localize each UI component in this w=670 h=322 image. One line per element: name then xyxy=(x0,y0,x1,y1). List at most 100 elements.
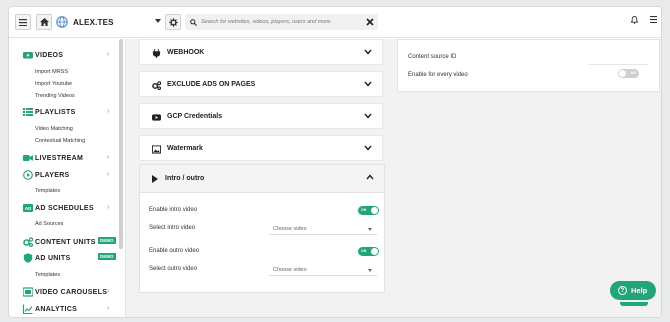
sidebar-item-label: PLAYERS xyxy=(35,171,70,179)
cogs-icon xyxy=(23,237,33,247)
globe-icon xyxy=(56,16,68,28)
sidebar-item-videos[interactable]: VIDEOS › xyxy=(9,49,119,61)
bell-icon[interactable] xyxy=(631,16,638,24)
video-icon xyxy=(23,52,33,59)
accordion-title: Intro / outro xyxy=(165,175,205,182)
image-icon xyxy=(152,145,161,154)
help-button[interactable]: ? Help xyxy=(610,281,656,300)
sidebar-subitem-video-matching[interactable]: Video Matching xyxy=(35,126,73,132)
enable-intro-toggle[interactable]: ON xyxy=(358,206,379,215)
toggle-knob xyxy=(619,70,626,77)
toggle-knob xyxy=(371,248,378,255)
sidebar-subitem-import-mrss[interactable]: Import MRSS xyxy=(35,69,68,75)
settings-button[interactable] xyxy=(165,14,181,30)
list-icon xyxy=(23,108,33,116)
content-source-input[interactable] xyxy=(588,64,648,65)
sidebar-item-label: AD UNITS xyxy=(35,254,71,262)
toggle-text: ON xyxy=(361,249,367,253)
toggle-text: NO xyxy=(630,71,636,75)
chevron-right-icon: › xyxy=(107,108,110,115)
webhook-icon xyxy=(152,49,161,58)
sidebar-item-label: LIVESTREAM xyxy=(35,154,84,162)
accordion-title: WEBHOOK xyxy=(167,49,205,56)
demo-badge: DEMO xyxy=(98,237,116,244)
accordion-webhook[interactable]: WEBHOOK xyxy=(139,39,383,65)
accordion-exclude-ads[interactable]: EXCLUDE ADS ON PAGES xyxy=(139,71,383,97)
home-icon xyxy=(39,18,49,26)
enable-intro-label: Enable intro video xyxy=(149,207,198,213)
home-button[interactable] xyxy=(36,14,52,30)
sidebar-item-label: CONTENT UNITS xyxy=(35,238,96,246)
help-label: Help xyxy=(631,286,648,295)
app-window: ALEX.TES VIDEOS › Import MRSS Import You… xyxy=(8,6,662,318)
select-value: Choose video xyxy=(273,267,307,273)
outro-video-select[interactable]: Choose video xyxy=(269,264,377,276)
accordion-watermark[interactable]: Watermark xyxy=(139,135,383,161)
enable-every-video-toggle[interactable]: NO xyxy=(618,69,639,78)
cogs-icon xyxy=(152,81,161,90)
svg-text:AD: AD xyxy=(25,206,32,211)
sidebar-subitem-player-templates[interactable]: Templates xyxy=(35,188,60,194)
accordion-title: EXCLUDE ADS ON PAGES xyxy=(167,81,256,88)
accordion-gcp-credentials[interactable]: GCP Credentials xyxy=(139,103,383,129)
camera-icon xyxy=(23,155,33,161)
sidebar: VIDEOS › Import MRSS Import Youtube Tren… xyxy=(9,39,122,317)
menu-button[interactable] xyxy=(15,14,31,30)
sidebar-subitem-contextual-matching[interactable]: Contextual Matching xyxy=(35,138,85,144)
gear-icon xyxy=(168,17,178,27)
play-icon xyxy=(152,175,158,183)
accordion-title: Watermark xyxy=(167,145,203,152)
sidebar-subitem-ad-sources[interactable]: Ad Sources xyxy=(35,221,63,227)
content-source-label: Content source ID xyxy=(408,54,457,60)
search-bar xyxy=(185,14,378,30)
search-icon xyxy=(190,18,197,26)
sidebar-subitem-trending-videos[interactable]: Trending Videos xyxy=(35,93,75,99)
youtube-icon xyxy=(152,114,161,121)
chevron-down-icon xyxy=(364,81,372,87)
chevron-down-icon xyxy=(364,49,372,55)
sidebar-scrollbar[interactable] xyxy=(119,39,123,249)
sidebar-item-label: VIDEO CAROUSELS xyxy=(35,288,108,296)
sidebar-item-video-carousels[interactable]: VIDEO CAROUSELS › xyxy=(9,286,119,298)
site-selector[interactable]: ALEX.TES xyxy=(56,14,161,30)
enable-outro-label: Enable outro video xyxy=(149,248,200,254)
chevron-down-icon xyxy=(368,228,372,231)
hamburger-icon xyxy=(19,18,27,26)
help-icon: ? xyxy=(618,286,627,295)
play-circle-icon xyxy=(23,170,33,180)
search-input[interactable] xyxy=(201,19,366,25)
close-icon[interactable] xyxy=(366,18,374,26)
demo-badge: DEMO xyxy=(98,253,116,260)
sidebar-item-label: AD SCHEDULES xyxy=(35,204,94,212)
sidebar-item-content-units[interactable]: CONTENT UNITS DEMO xyxy=(9,236,119,248)
sidebar-item-label: PLAYLISTS xyxy=(35,108,76,116)
help-tab xyxy=(620,302,648,306)
sidebar-subitem-import-youtube[interactable]: Import Youtube xyxy=(35,81,72,87)
ad-icon: AD xyxy=(23,204,33,212)
accordion-title: GCP Credentials xyxy=(167,113,223,120)
accordion-intro-outro[interactable]: Intro / outro xyxy=(140,165,384,193)
hamburger-icon[interactable] xyxy=(650,16,657,23)
chevron-down-icon xyxy=(364,145,372,151)
sidebar-item-playlists[interactable]: PLAYLISTS › xyxy=(9,106,119,118)
toggle-text: ON xyxy=(361,208,367,212)
sidebar-item-players[interactable]: PLAYERS › xyxy=(9,169,119,181)
sidebar-item-label: VIDEOS xyxy=(35,51,64,59)
sidebar-item-analytics[interactable]: ANALYTICS › xyxy=(9,303,119,315)
intro-video-select[interactable]: Choose video xyxy=(269,223,377,235)
sidebar-item-ad-units[interactable]: AD UNITS DEMO xyxy=(9,252,119,264)
chevron-up-icon xyxy=(366,174,374,180)
sidebar-subitem-adunit-templates[interactable]: Templates xyxy=(35,272,60,278)
top-bar: ALEX.TES xyxy=(9,7,661,38)
chevron-down-icon xyxy=(364,113,372,119)
sidebar-item-ad-schedules[interactable]: AD AD SCHEDULES › xyxy=(9,202,119,214)
carousel-icon xyxy=(23,287,33,297)
intro-outro-panel: Intro / outro Enable intro video ON Sele… xyxy=(139,164,385,293)
enable-outro-toggle[interactable]: ON xyxy=(358,247,379,256)
chevron-right-icon: › xyxy=(107,204,110,211)
site-name: ALEX.TES xyxy=(73,17,114,27)
sidebar-item-livestream[interactable]: LIVESTREAM › xyxy=(9,152,119,164)
shield-icon xyxy=(23,253,33,263)
toggle-knob xyxy=(371,207,378,214)
chevron-right-icon: › xyxy=(107,305,110,312)
